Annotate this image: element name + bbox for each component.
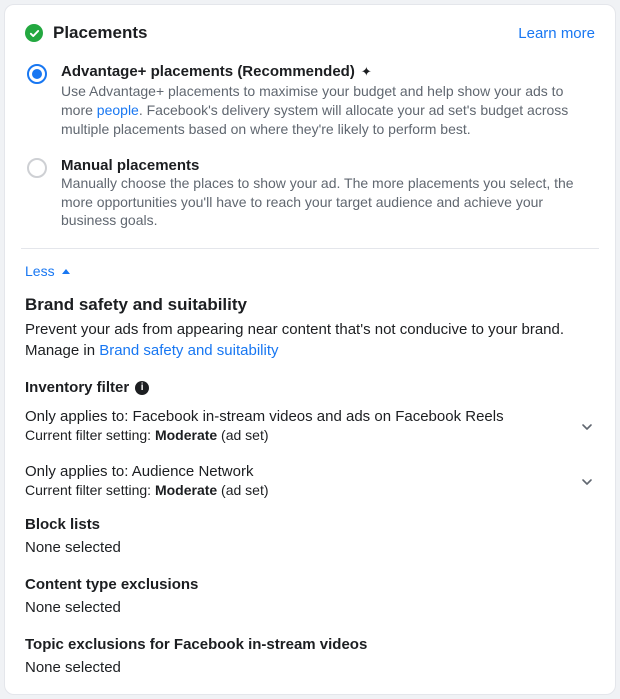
filter1-applies: Only applies to: Facebook in-stream vide… (25, 406, 504, 427)
people-link[interactable]: people (97, 102, 139, 118)
content-exclusions-title: Content type exclusions (25, 576, 595, 593)
option-manual-desc: Manually choose the places to show your … (61, 174, 595, 231)
option-manual-title: Manual placements (61, 157, 595, 174)
brand-safety-desc: Prevent your ads from appearing near con… (25, 319, 595, 340)
block-lists-title: Block lists (25, 516, 595, 533)
topic-exclusions-title: Topic exclusions for Facebook in-stream … (25, 636, 595, 653)
chevron-down-icon[interactable] (581, 475, 591, 485)
divider (21, 248, 599, 249)
option-advantage-desc: Use Advantage+ placements to maximise yo… (61, 82, 595, 139)
card-header: Placements Learn more (25, 23, 595, 43)
block-lists-value: None selected (25, 539, 595, 556)
radio-advantage[interactable] (27, 64, 47, 84)
filter-facebook-instream[interactable]: Only applies to: Facebook in-stream vide… (25, 406, 595, 443)
option-advantage-body: Advantage+ placements (Recommended) ✦ Us… (61, 63, 595, 139)
filter2-current: Current filter setting: Moderate (ad set… (25, 482, 269, 498)
filter2-current-bold: Moderate (155, 482, 217, 498)
filter2-applies: Only applies to: Audience Network (25, 461, 269, 482)
option-advantage-title: Advantage+ placements (Recommended) (61, 63, 355, 80)
filter2-current-pre: Current filter setting: (25, 482, 155, 498)
less-label: Less (25, 263, 55, 279)
header-left: Placements (25, 23, 148, 43)
filter1-current-post: (ad set) (217, 427, 268, 443)
option-advantage[interactable]: Advantage+ placements (Recommended) ✦ Us… (25, 63, 595, 139)
less-toggle[interactable]: Less (25, 263, 70, 279)
manage-pre: Manage in (25, 342, 99, 359)
brand-safety-manage: Manage in Brand safety and suitability (25, 342, 595, 359)
filter1-current-pre: Current filter setting: (25, 427, 155, 443)
filter2-current-post: (ad set) (217, 482, 268, 498)
inventory-filter-header: Inventory filter i (25, 379, 595, 396)
option-manual[interactable]: Manual placements Manually choose the pl… (25, 157, 595, 231)
radio-manual[interactable] (27, 158, 47, 178)
brand-safety-title: Brand safety and suitability (25, 295, 595, 315)
chevron-down-icon[interactable] (581, 420, 591, 430)
content-exclusions-value: None selected (25, 599, 595, 616)
option-manual-body: Manual placements Manually choose the pl… (61, 157, 595, 231)
caret-up-icon (62, 269, 70, 274)
filter1-current-bold: Moderate (155, 427, 217, 443)
sparkle-icon: ✦ (361, 64, 372, 80)
filter-audience-network[interactable]: Only applies to: Audience Network Curren… (25, 461, 595, 498)
placements-card: Placements Learn more Advantage+ placeme… (4, 4, 616, 695)
topic-exclusions-value: None selected (25, 659, 595, 676)
learn-more-link[interactable]: Learn more (518, 25, 595, 42)
filter1-current: Current filter setting: Moderate (ad set… (25, 427, 504, 443)
info-icon[interactable]: i (135, 381, 149, 395)
inventory-filter-title: Inventory filter (25, 379, 129, 396)
brand-safety-link[interactable]: Brand safety and suitability (99, 342, 278, 359)
section-title: Placements (53, 23, 148, 43)
check-circle-icon (25, 24, 43, 42)
